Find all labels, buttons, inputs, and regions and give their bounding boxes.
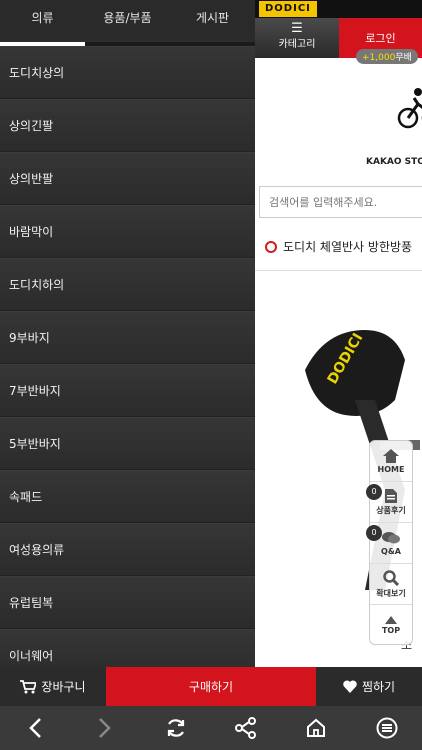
tab-clothing[interactable]: 의류: [0, 0, 85, 40]
refresh-icon: [167, 719, 184, 737]
quick-qna-button[interactable]: 0 Q&A: [366, 523, 412, 564]
quick-home-button[interactable]: HOME: [370, 441, 412, 482]
cart-label: 장바구니: [41, 680, 86, 694]
buy-button[interactable]: 구매하기: [106, 667, 316, 706]
kakao-story-link[interactable]: KAKAO STOR: [366, 157, 422, 167]
chat-icon: [382, 531, 400, 543]
brand-bar: DODICI: [255, 0, 422, 18]
quick-qna-label: Q&A: [381, 546, 401, 556]
tab-board[interactable]: 게시판: [170, 0, 255, 40]
house-icon: [307, 718, 326, 737]
product-title: 도디치 체열반사 방한방풍: [283, 240, 413, 254]
drawer-item[interactable]: 바람막이: [0, 205, 255, 258]
point-badge-value: +1,000: [362, 53, 396, 63]
circle-bullet-icon: [265, 240, 277, 253]
drawer-item[interactable]: 상의긴팔: [0, 99, 255, 152]
menu-circle-icon: [376, 717, 398, 739]
buy-label: 구매하기: [188, 680, 234, 694]
drawer-item[interactable]: 여성용의류: [0, 523, 255, 576]
review-count-badge: 0: [366, 484, 382, 500]
magnifier-icon: [383, 569, 399, 586]
drawer-item[interactable]: 7부반바지: [0, 364, 255, 417]
document-icon: [385, 488, 397, 503]
quick-review-button[interactable]: 0 상품후기: [366, 482, 412, 523]
drawer-category-list: 도디치상의 상의긴팔 상의반팔 바람막이 도디치하의 9부바지 7부반바지 5부…: [0, 46, 255, 682]
drawer-item[interactable]: 도디치상의: [0, 46, 255, 99]
qna-count-badge: 0: [366, 525, 382, 541]
point-badge-suffix: 무배: [395, 53, 412, 63]
drawer-tabs: 의류 용품/부품 게시판: [0, 0, 255, 40]
quick-top-button[interactable]: TOP: [370, 605, 412, 646]
drawer-item[interactable]: 유럽팀복: [0, 576, 255, 629]
refresh-button[interactable]: [156, 708, 196, 748]
divider: [255, 270, 422, 271]
point-badge: +1,000무배: [356, 49, 418, 64]
quick-zoom-label: 확대보기: [376, 588, 406, 598]
forward-button[interactable]: [85, 708, 125, 748]
wishlist-button[interactable]: 찜하기: [316, 667, 422, 706]
login-label: 로그인: [365, 32, 396, 45]
browser-nav-bar: [0, 706, 422, 750]
tab-accessories[interactable]: 용품/부품: [85, 0, 170, 40]
product-title-row: 도디치 체열반사 방한방풍: [265, 238, 422, 255]
share-icon: [235, 717, 257, 739]
chevron-left-icon: [29, 718, 42, 738]
home-button[interactable]: [296, 708, 336, 748]
arrow-up-icon: [385, 616, 397, 624]
quick-top-label: TOP: [381, 626, 401, 635]
wish-label: 찜하기: [361, 680, 396, 694]
quick-home-label: HOME: [377, 464, 405, 474]
quick-menu: HOME 0 상품후기 0 Q&A 확대보기 TOP: [366, 440, 413, 646]
app-screen: 의류 용품/부품 게시판 도디치상의 상의긴팔 상의반팔 바람막이 도디치하의 …: [0, 0, 422, 750]
share-button[interactable]: [226, 708, 266, 748]
cart-button[interactable]: 장바구니: [0, 667, 106, 706]
category-button[interactable]: ☰ 카테고리: [255, 18, 339, 58]
hamburger-icon: ☰: [291, 21, 303, 36]
heart-icon: [343, 680, 357, 693]
home-icon: [383, 448, 399, 463]
cart-icon: [20, 679, 37, 693]
category-drawer: 의류 용품/부품 게시판 도디치상의 상의긴팔 상의반팔 바람막이 도디치하의 …: [0, 0, 255, 682]
drawer-item[interactable]: 속패드: [0, 470, 255, 523]
drawer-item[interactable]: 5부반바지: [0, 417, 255, 470]
action-bar: 장바구니 구매하기 찜하기: [0, 667, 422, 706]
quick-zoom-button[interactable]: 확대보기: [370, 564, 412, 605]
category-label: 카테고리: [278, 39, 316, 50]
brand-logo[interactable]: DODICI: [259, 1, 317, 17]
drawer-item[interactable]: 9부바지: [0, 311, 255, 364]
back-button[interactable]: [15, 708, 55, 748]
menu-button[interactable]: [367, 708, 407, 748]
drawer-item[interactable]: 상의반팔: [0, 152, 255, 205]
drawer-item[interactable]: 도디치하의: [0, 258, 255, 311]
search-input[interactable]: [259, 186, 422, 218]
cyclist-logo-icon: [397, 88, 422, 129]
chevron-right-icon: [99, 718, 112, 738]
quick-review-label: 상품후기: [376, 505, 406, 515]
